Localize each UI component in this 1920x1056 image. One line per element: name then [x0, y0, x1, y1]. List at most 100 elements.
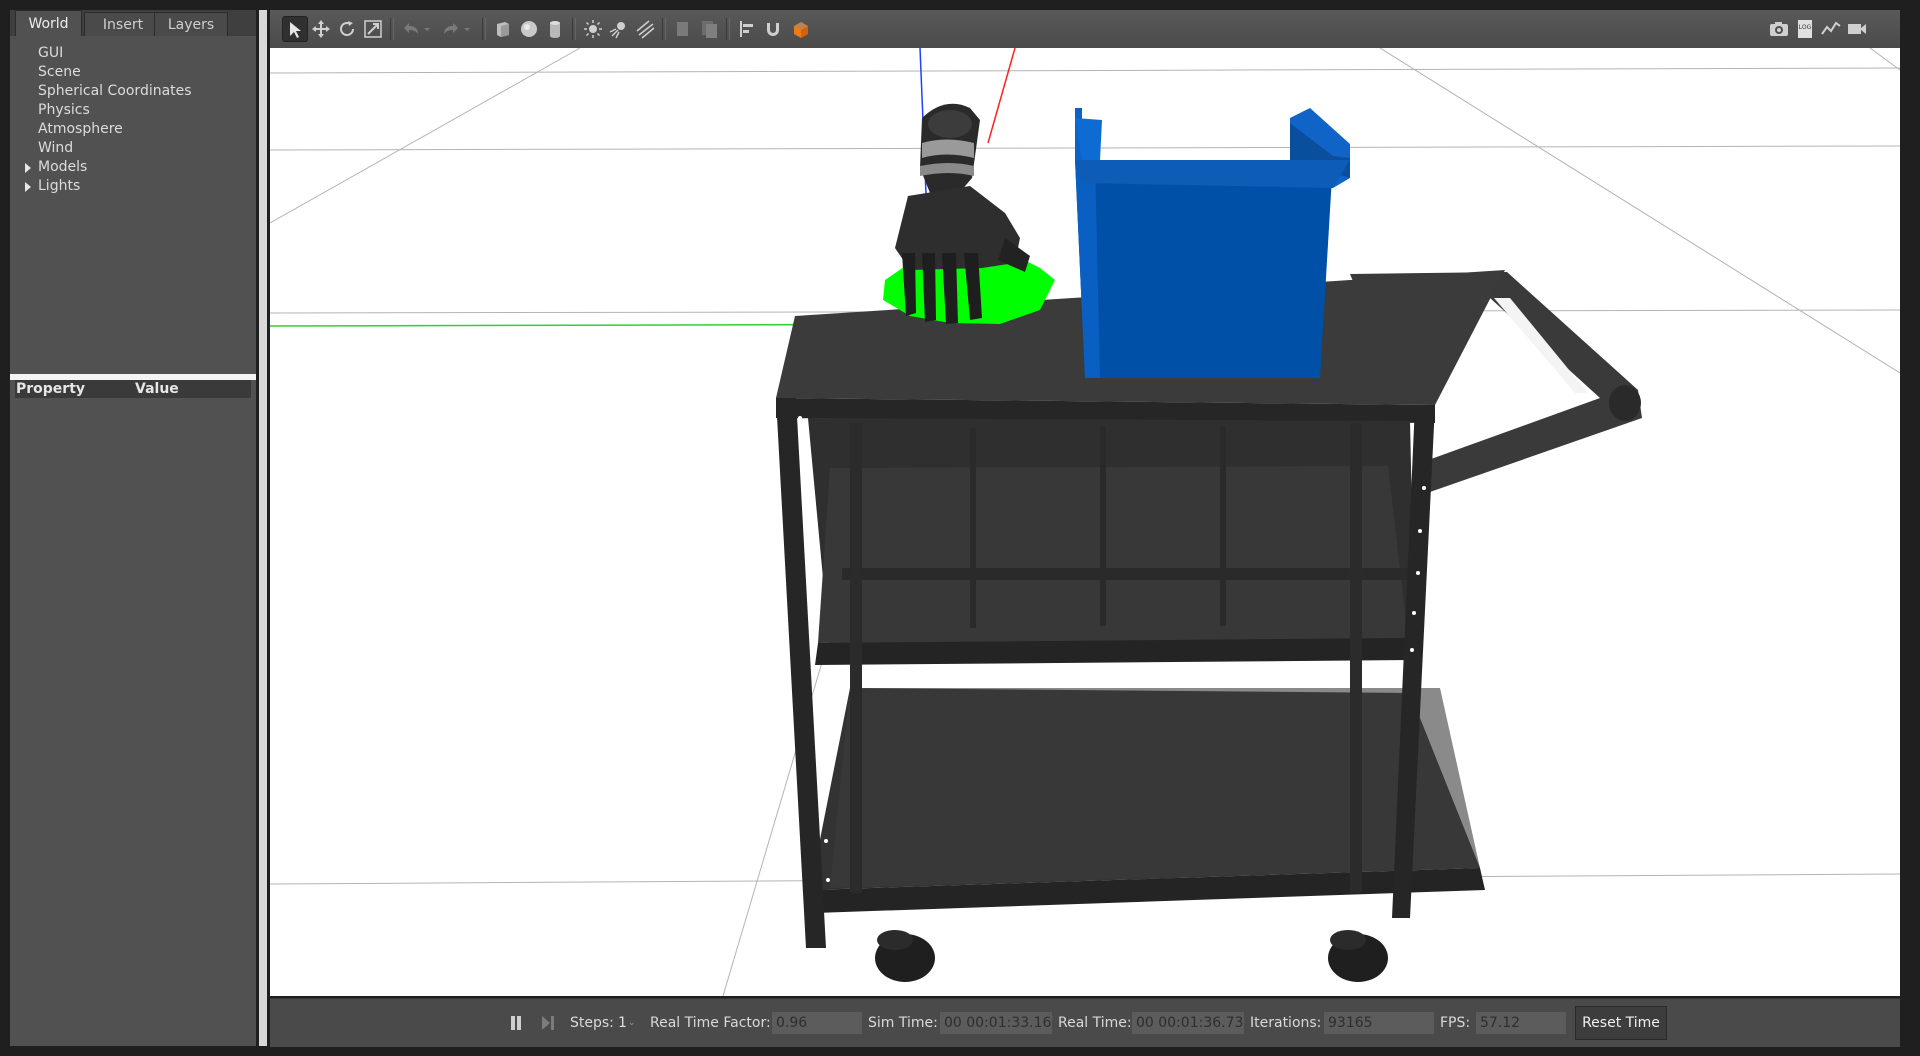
- iterations-value: 93165: [1324, 1012, 1434, 1034]
- tree-item-models[interactable]: Models: [10, 158, 256, 177]
- iterations-label: Iterations:: [1250, 1015, 1322, 1031]
- sun-icon: [584, 20, 602, 38]
- log-button[interactable]: LOG: [1792, 16, 1818, 42]
- directional-light-button[interactable]: [632, 16, 658, 42]
- step-button[interactable]: [538, 1012, 558, 1034]
- paste-icon: [702, 21, 717, 38]
- log-icon-text: LOG: [1799, 24, 1812, 31]
- arrow-cursor-icon: [290, 22, 301, 38]
- spotlight-icon: [609, 22, 625, 39]
- chevron-down-icon: [424, 28, 430, 31]
- property-column-header: Property: [16, 381, 86, 397]
- rotate-icon: [340, 21, 354, 36]
- record-video-button[interactable]: [1844, 16, 1870, 42]
- toolbar-separator: [390, 18, 394, 40]
- red-axis-line: [987, 48, 1016, 144]
- real-time-value: 00 00:01:36.739: [1132, 1012, 1244, 1034]
- panel-tab-bar: World Insert Layers: [10, 10, 256, 36]
- panel-resize-handle[interactable]: [259, 10, 267, 1046]
- toolbar-separator: [726, 18, 730, 40]
- value-column-header: Value: [135, 381, 179, 397]
- screenshot-button[interactable]: [1766, 16, 1792, 42]
- tab-world[interactable]: World: [15, 10, 82, 36]
- log-icon: LOG: [1798, 20, 1812, 38]
- tab-layers[interactable]: Layers: [154, 12, 228, 36]
- camera-icon: [1770, 22, 1788, 36]
- rotate-mode-button[interactable]: [334, 16, 360, 42]
- steps-spin-arrow-icon[interactable]: ⌄: [628, 1012, 636, 1034]
- plot-icon: [1821, 21, 1841, 35]
- align-button[interactable]: [734, 16, 760, 42]
- tree-item-physics[interactable]: Physics: [10, 101, 256, 120]
- directional-light-icon: [636, 20, 655, 39]
- toolbar: LOG: [270, 10, 1900, 49]
- snap-button[interactable]: [760, 16, 786, 42]
- align-icon: [740, 21, 753, 37]
- redo-icon: [444, 23, 458, 34]
- box-shape-button[interactable]: [490, 16, 516, 42]
- expand-arrow-icon[interactable]: [25, 163, 31, 173]
- tree-item-label: Lights: [38, 178, 81, 194]
- cylinder-icon: [550, 21, 560, 38]
- toolbar-separator: [572, 18, 576, 40]
- tree-item-label: Physics: [38, 102, 90, 118]
- view-angle-button[interactable]: [788, 16, 814, 42]
- toolbar-separator: [482, 18, 486, 40]
- tree-item-label: Atmosphere: [38, 121, 123, 137]
- point-light-button[interactable]: [580, 16, 606, 42]
- translate-mode-button[interactable]: [308, 16, 334, 42]
- real-time-label: Real Time:: [1058, 1015, 1132, 1031]
- video-camera-icon: [1848, 24, 1866, 34]
- undo-history-button[interactable]: [420, 16, 436, 42]
- paste-button[interactable]: [696, 16, 722, 42]
- plot-button[interactable]: [1818, 16, 1844, 42]
- cylinder-shape-button[interactable]: [542, 16, 568, 42]
- fps-value: 57.12: [1476, 1012, 1566, 1034]
- world-tree: GUI Scene Spherical Coordinates Physics …: [10, 44, 256, 196]
- tree-item-lights[interactable]: Lights: [10, 177, 256, 196]
- tab-insert[interactable]: Insert: [84, 12, 162, 36]
- tree-item-label: Wind: [38, 140, 74, 156]
- reset-time-button[interactable]: Reset Time: [1575, 1006, 1667, 1040]
- scene-render: [270, 48, 1900, 996]
- real-time-factor-label: Real Time Factor:: [650, 1015, 771, 1031]
- sim-time-value: 00 00:01:33.165: [940, 1012, 1052, 1034]
- tree-item-label: Scene: [38, 64, 81, 80]
- tree-item-scene[interactable]: Scene: [10, 63, 256, 82]
- cube-view-icon: [794, 22, 808, 38]
- left-panel: World Insert Layers GUI Scene Spherical …: [10, 10, 256, 1046]
- toolbar-separator: [662, 18, 666, 40]
- expand-arrow-icon[interactable]: [25, 182, 31, 192]
- copy-button[interactable]: [670, 16, 696, 42]
- tree-item-label: Spherical Coordinates: [38, 83, 192, 99]
- step-forward-icon: [542, 1016, 554, 1030]
- sim-time-label: Sim Time:: [868, 1015, 938, 1031]
- scale-icon: [364, 20, 382, 38]
- magnet-icon: [767, 23, 779, 36]
- simulation-statusbar: Steps: 1 ⌄ Real Time Factor: 0.96 Sim Ti…: [270, 998, 1900, 1047]
- tree-item-label: GUI: [38, 45, 64, 61]
- pause-button[interactable]: [506, 1012, 526, 1034]
- tree-item-label: Models: [38, 159, 88, 175]
- chevron-down-icon: [464, 28, 470, 31]
- steps-value[interactable]: 1: [618, 1012, 627, 1034]
- scale-mode-button[interactable]: [360, 16, 386, 42]
- steps-label: Steps:: [570, 1015, 614, 1031]
- tree-item-gui[interactable]: GUI: [10, 44, 256, 63]
- sphere-icon: [521, 21, 537, 37]
- blue-bin-model[interactable]: [1075, 108, 1350, 378]
- tree-item-atmosphere[interactable]: Atmosphere: [10, 120, 256, 139]
- sphere-shape-button[interactable]: [516, 16, 542, 42]
- fps-label: FPS:: [1440, 1015, 1471, 1031]
- tree-item-wind[interactable]: Wind: [10, 139, 256, 158]
- 3d-viewport[interactable]: [270, 48, 1900, 996]
- real-time-factor-value: 0.96: [772, 1012, 862, 1034]
- undo-icon: [404, 23, 418, 34]
- select-mode-button[interactable]: [282, 16, 308, 42]
- tree-item-spherical-coordinates[interactable]: Spherical Coordinates: [10, 82, 256, 101]
- property-table-header: Property Value: [15, 380, 251, 398]
- redo-history-button[interactable]: [460, 16, 476, 42]
- move-arrows-icon: [312, 20, 330, 38]
- spot-light-button[interactable]: [606, 16, 632, 42]
- copy-icon: [677, 22, 688, 36]
